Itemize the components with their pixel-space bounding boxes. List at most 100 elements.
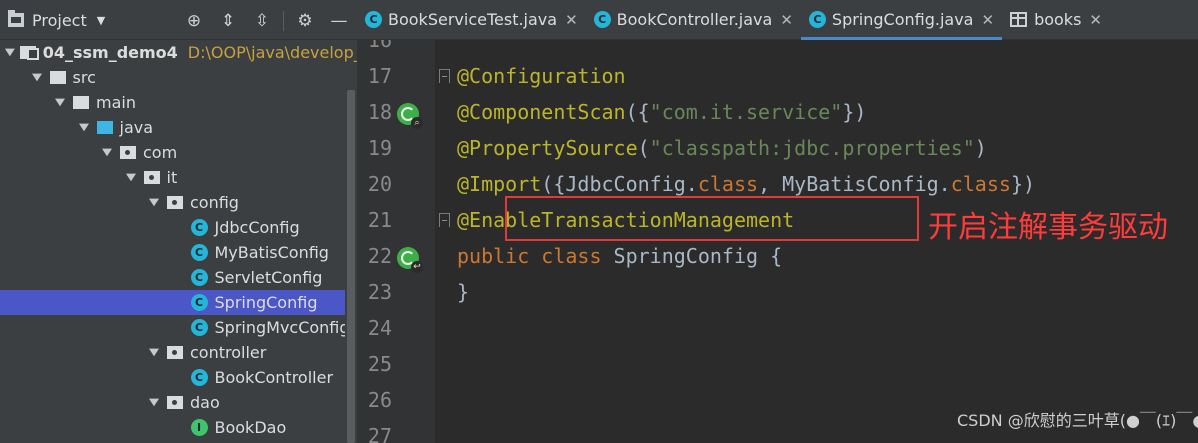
collapse-all-icon[interactable]: ⇳	[251, 10, 273, 32]
code-token: class	[950, 172, 1011, 196]
class-icon: C	[190, 244, 208, 261]
annotation-note: 开启注解事务驱动	[928, 210, 1168, 245]
code-area[interactable]: 开启注解事务驱动 CSDN @欣慰的三叶草(●￣(ｴ)￣●) @Configur…	[435, 40, 1198, 443]
tab-label: books	[1034, 10, 1082, 29]
tree-item[interactable]: ▼ dao	[0, 390, 345, 415]
search-badge-icon: ⌕	[411, 117, 423, 129]
code-token: @ComponentScan	[457, 100, 626, 124]
tree-item[interactable]: ▼ 04_ssm_demo4 D:\OOP\java\develop_ide	[0, 40, 357, 65]
project-scrollbar[interactable]	[345, 90, 357, 443]
tree-item-label: dao	[190, 393, 220, 412]
tree-item[interactable]: ▼ config	[0, 190, 345, 215]
editor-tab[interactable]: C BookController.java ✕	[586, 0, 801, 40]
editor-tab[interactable]: books ✕	[1002, 0, 1110, 40]
close-icon[interactable]: ✕	[1089, 11, 1102, 29]
tab-label: BookController.java	[616, 10, 773, 29]
tree-item[interactable]: ▼ main	[0, 90, 345, 115]
locate-file-icon[interactable]: ⊕	[183, 10, 205, 32]
spring-bean-icon[interactable]: ⌕	[397, 103, 423, 129]
code-token: SpringConfig {	[613, 244, 783, 268]
code-token: , MyBatisConfig.	[758, 172, 951, 196]
code-token: class	[697, 172, 759, 196]
class-icon: C	[190, 319, 208, 336]
tree-item[interactable]: C MyBatisConfig	[0, 240, 345, 265]
line-number: 22	[367, 244, 392, 268]
project-tree: ▼04_ssm_demo4D:\OOP\java\develop_ide▼src…	[0, 40, 357, 440]
project-view-selector[interactable]: Project ▼	[8, 10, 105, 30]
class-icon: C	[190, 269, 208, 286]
tree-item-label: src	[72, 68, 96, 87]
tree-item[interactable]: ▼ java	[0, 115, 345, 140]
tree-item[interactable]: C BookController	[0, 365, 345, 390]
line-number: 19	[367, 136, 392, 160]
close-icon[interactable]: ✕	[565, 11, 578, 29]
tab-label: SpringConfig.java	[831, 10, 974, 29]
code-token: public class	[457, 244, 614, 268]
code-token: }	[457, 280, 470, 304]
chevron-down-icon[interactable]: ▼	[98, 147, 116, 158]
tree-item[interactable]: C SpringConfig	[0, 290, 345, 315]
chevron-down-icon[interactable]: ▼	[145, 347, 163, 358]
line-number: 23	[367, 280, 392, 304]
line-number: 17	[367, 64, 392, 88]
fold-marker-icon[interactable]	[439, 213, 450, 227]
code-line[interactable]: public class SpringConfig {	[457, 244, 782, 268]
code-line[interactable]: @PropertySource("classpath:jdbc.properti…	[457, 136, 987, 160]
tree-item-label: MyBatisConfig	[214, 243, 329, 262]
tree-item-label: java	[119, 118, 154, 137]
tree-item[interactable]: ▼ com	[0, 140, 345, 165]
gear-icon[interactable]: ⚙	[294, 10, 316, 32]
chevron-down-icon[interactable]: ▼	[74, 122, 92, 133]
code-token: @EnableTransactionManagement	[457, 208, 795, 232]
navigate-badge-icon: ↩	[411, 261, 423, 273]
tree-item[interactable]: C ServletConfig	[0, 265, 345, 290]
editor-tab[interactable]: C BookServiceTest.java ✕	[357, 0, 586, 40]
class-icon: C	[808, 11, 826, 28]
chevron-down-icon[interactable]: ▼	[145, 197, 163, 208]
chevron-down-icon[interactable]: ▼	[27, 72, 45, 83]
close-icon[interactable]: ✕	[780, 11, 793, 29]
project-panel-header: Project ▼ ⊕ ⇕ ⇳ ⚙ —	[0, 0, 357, 40]
tree-item[interactable]: C SpringMvcConfig	[0, 315, 350, 340]
line-number: 18	[367, 100, 392, 124]
tree-item[interactable]: I BookDao	[0, 415, 345, 440]
tree-item-label: config	[190, 193, 239, 212]
chevron-down-icon[interactable]: ▼	[121, 172, 139, 183]
tree-item-label: JdbcConfig	[214, 218, 300, 237]
package-icon	[143, 171, 160, 184]
chevron-down-icon[interactable]: ▼	[145, 397, 163, 408]
hide-panel-icon[interactable]: —	[328, 10, 350, 32]
spring-bean-icon[interactable]: ↩	[397, 247, 423, 273]
expand-all-icon[interactable]: ⇕	[217, 10, 239, 32]
code-token: ({	[625, 100, 650, 124]
line-number: 20	[367, 172, 392, 196]
tree-item[interactable]: ▼ src	[0, 65, 345, 90]
chevron-down-icon[interactable]: ▼	[5, 47, 15, 58]
tree-item-label: SpringConfig	[214, 293, 318, 312]
tree-item[interactable]: C JdbcConfig	[0, 215, 345, 240]
tree-item-label: controller	[190, 343, 267, 362]
code-line[interactable]: @Import({JdbcConfig.class, MyBatisConfig…	[457, 172, 1035, 196]
chevron-down-icon[interactable]: ▼	[51, 97, 69, 108]
line-number: 26	[367, 388, 392, 412]
editor-tab[interactable]: C SpringConfig.java ✕	[800, 0, 1003, 40]
code-token: })	[1010, 172, 1036, 196]
code-line[interactable]: @EnableTransactionManagement	[457, 208, 794, 232]
line-number: 16	[367, 40, 392, 52]
module-path: D:\OOP\java\develop_ide	[187, 43, 357, 62]
chevron-down-icon: ▼	[96, 13, 106, 27]
watermark: CSDN @欣慰的三叶草(●￣(ｴ)￣●)	[957, 411, 1198, 430]
tree-item[interactable]: ▼ controller	[0, 340, 345, 365]
code-line[interactable]: @Configuration	[457, 64, 626, 88]
editor-gutter: 16 17 18 19 20 21 22 23 24 25 26 27 ⌕ ↩	[357, 40, 435, 443]
code-line[interactable]: }	[457, 280, 469, 304]
fold-marker-icon[interactable]	[439, 69, 450, 83]
code-token: ({JdbcConfig.	[541, 172, 698, 196]
tab-label: BookServiceTest.java	[388, 10, 558, 29]
close-icon[interactable]: ✕	[981, 11, 994, 29]
folder-icon	[49, 71, 66, 84]
interface-icon: I	[190, 419, 208, 436]
code-line[interactable]: @ComponentScan({"com.it.service"})	[457, 100, 866, 124]
tree-item[interactable]: ▼ it	[0, 165, 345, 190]
scrollbar-thumb[interactable]	[347, 90, 355, 443]
